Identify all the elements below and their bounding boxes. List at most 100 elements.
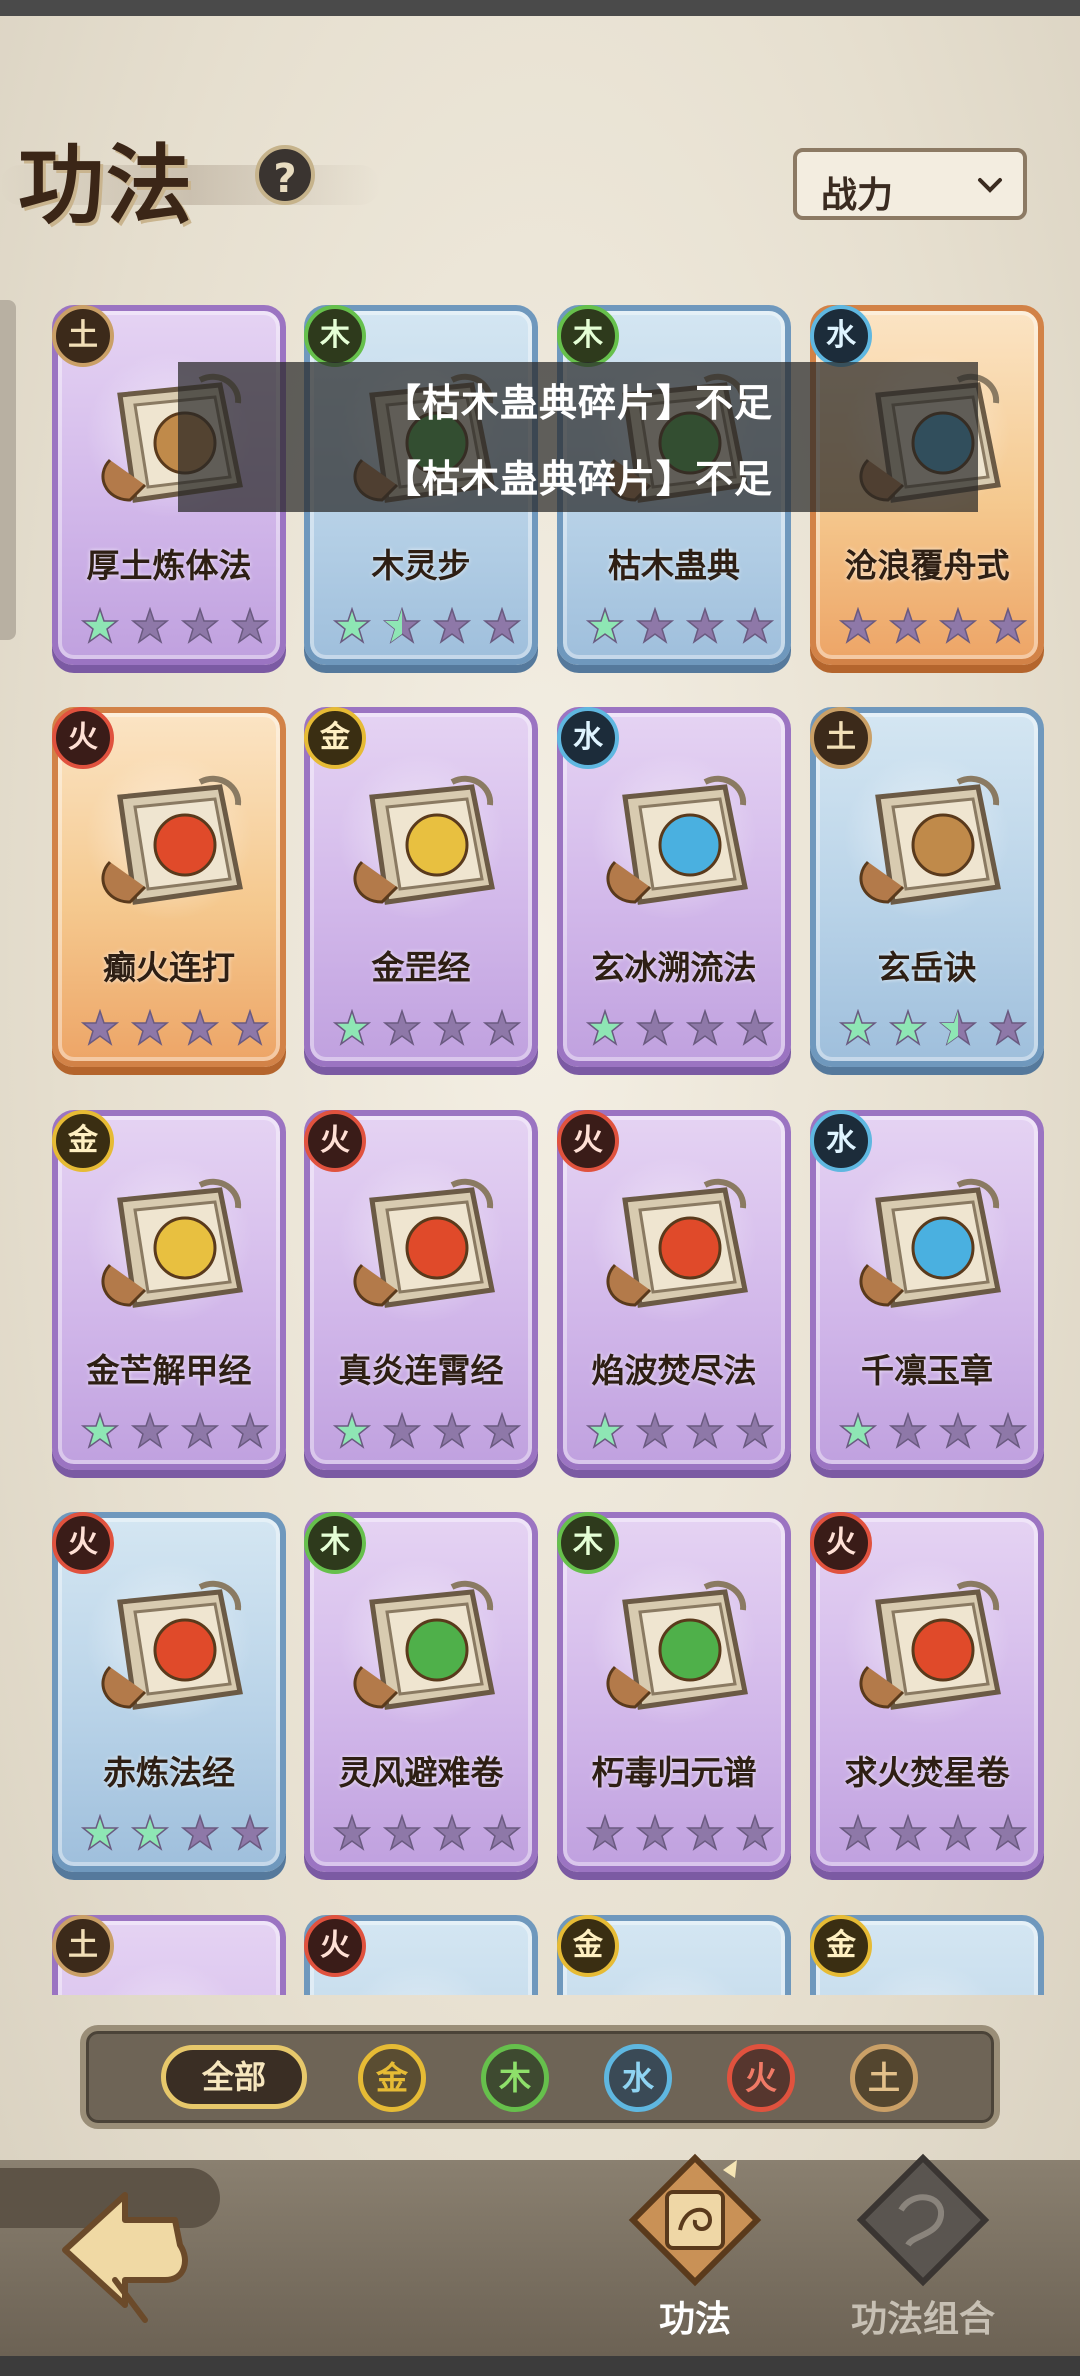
star-icon bbox=[130, 607, 170, 647]
gongfa-card[interactable]: 癫火连打 火 bbox=[52, 707, 286, 1067]
gongfa-card[interactable]: 金罡经 金 bbox=[304, 707, 538, 1067]
star-icon bbox=[635, 1009, 675, 1049]
element-badge-jin: 金 bbox=[304, 707, 366, 769]
element-badge-huo: 火 bbox=[52, 1512, 114, 1574]
star-icon bbox=[585, 1412, 625, 1452]
star-icon bbox=[585, 607, 625, 647]
element-filter-bar: 全部 金 木 水 火 土 bbox=[80, 2025, 1000, 2129]
star-icon bbox=[80, 1814, 120, 1854]
star-icon bbox=[685, 1009, 725, 1049]
ice-shard-scroll-icon bbox=[848, 1170, 1018, 1320]
element-badge-shui: 水 bbox=[557, 707, 619, 769]
element-badge-mu: 木 bbox=[304, 1512, 366, 1574]
element-badge-mu: 木 bbox=[304, 305, 366, 367]
gongfa-card[interactable]: 赤炼法经 火 bbox=[52, 1512, 286, 1872]
star-icon bbox=[685, 1412, 725, 1452]
star-icon bbox=[938, 1412, 978, 1452]
card-name: 金罡经 bbox=[371, 948, 471, 987]
star-rating bbox=[80, 1810, 270, 1858]
star-icon bbox=[482, 1814, 522, 1854]
element-badge-tu: 土 bbox=[52, 1915, 114, 1977]
gongfa-card[interactable]: 朽毒归元谱 木 bbox=[557, 1512, 791, 1872]
star-icon bbox=[838, 1814, 878, 1854]
element-badge-huo: 火 bbox=[52, 707, 114, 769]
gongfa-card[interactable]: 灵风避难卷 木 bbox=[304, 1512, 538, 1872]
star-icon bbox=[382, 1814, 422, 1854]
filter-mu-button[interactable]: 木 bbox=[481, 2044, 549, 2112]
star-icon bbox=[635, 607, 675, 647]
poison-skull-scroll-icon bbox=[595, 1572, 765, 1722]
gongfa-card[interactable]: 玄岳诀 土 bbox=[810, 707, 1044, 1067]
toast-message-1: 【枯木蛊典碎片】不足 bbox=[382, 381, 773, 425]
tab-gongfa-combo-label: 功法组合 bbox=[850, 2299, 995, 2340]
toast-notification: 【枯木蛊典碎片】不足 【枯木蛊典碎片】不足 bbox=[178, 362, 978, 512]
element-badge-tu: 土 bbox=[52, 305, 114, 367]
gongfa-card[interactable]: 求火焚星卷 火 bbox=[810, 1512, 1044, 1872]
card-name: 真炎连霄经 bbox=[338, 1351, 504, 1390]
star-icon bbox=[180, 1814, 220, 1854]
card-name: 玄岳诀 bbox=[877, 948, 977, 987]
star-icon bbox=[230, 607, 270, 647]
star-icon bbox=[585, 1814, 625, 1854]
card-name: 求火焚星卷 bbox=[844, 1753, 1010, 1792]
gongfa-card[interactable]: 金 bbox=[810, 1915, 1044, 1995]
card-name: 朽毒归元谱 bbox=[591, 1753, 757, 1792]
gongfa-card[interactable]: 焰波焚尽法 火 bbox=[557, 1110, 791, 1470]
star-rating bbox=[585, 1810, 775, 1858]
filter-jin-button[interactable]: 金 bbox=[358, 2044, 426, 2112]
tab-gongfa-combo[interactable]: 功法组合 bbox=[823, 2150, 1023, 2350]
star-rating bbox=[838, 1005, 1028, 1053]
star-icon bbox=[988, 1814, 1028, 1854]
star-icon bbox=[838, 1009, 878, 1049]
star-icon bbox=[888, 607, 928, 647]
star-icon bbox=[735, 607, 775, 647]
star-icon bbox=[332, 1814, 372, 1854]
element-badge-mu: 木 bbox=[557, 305, 619, 367]
star-icon bbox=[888, 1009, 928, 1049]
star-icon bbox=[230, 1412, 270, 1452]
star-icon bbox=[382, 1009, 422, 1049]
filter-shui-button[interactable]: 水 bbox=[604, 2044, 672, 2112]
filter-tu-button[interactable]: 土 bbox=[850, 2044, 918, 2112]
card-name: 玄冰溯流法 bbox=[591, 948, 757, 987]
gongfa-card[interactable]: 玄冰溯流法 水 bbox=[557, 707, 791, 1067]
card-name: 沧浪覆舟式 bbox=[844, 546, 1010, 585]
flame-scroll-icon bbox=[342, 1170, 512, 1320]
card-name: 灵风避难卷 bbox=[338, 1753, 504, 1792]
element-badge-huo: 火 bbox=[810, 1512, 872, 1574]
element-badge-jin: 金 bbox=[810, 1915, 872, 1977]
star-rating bbox=[332, 1408, 522, 1456]
element-badge-shui: 水 bbox=[810, 305, 872, 367]
star-rating bbox=[332, 603, 522, 651]
tab-gongfa-label: 功法 bbox=[658, 2299, 731, 2340]
filter-all-button[interactable]: 全部 bbox=[161, 2045, 307, 2109]
back-arrow-icon[interactable] bbox=[55, 2180, 195, 2330]
gongfa-card[interactable]: 金芒解甲经 金 bbox=[52, 1110, 286, 1470]
star-icon bbox=[585, 1009, 625, 1049]
star-rating bbox=[838, 603, 1028, 651]
star-icon bbox=[332, 1412, 372, 1452]
combo-emblem-icon bbox=[856, 2153, 990, 2287]
star-icon bbox=[988, 1009, 1028, 1049]
star-icon bbox=[130, 1009, 170, 1049]
star-icon bbox=[938, 607, 978, 647]
toast-message-2: 【枯木蛊典碎片】不足 bbox=[382, 457, 773, 501]
filter-huo-button[interactable]: 火 bbox=[727, 2044, 795, 2112]
star-rating bbox=[80, 603, 270, 651]
element-badge-huo: 火 bbox=[304, 1110, 366, 1172]
star-icon bbox=[685, 1814, 725, 1854]
gongfa-card[interactable]: 真炎连霄经 火 bbox=[304, 1110, 538, 1470]
screen-bottom-edge bbox=[0, 2356, 1080, 2376]
gongfa-card[interactable]: 土 bbox=[52, 1915, 286, 1995]
star-icon bbox=[432, 1814, 472, 1854]
gongfa-card[interactable]: 千凛玉章 水 bbox=[810, 1110, 1044, 1470]
tab-gongfa[interactable]: 功法 bbox=[595, 2150, 795, 2350]
card-name: 木灵步 bbox=[371, 546, 471, 585]
star-rating bbox=[585, 603, 775, 651]
gongfa-card[interactable]: 火 bbox=[304, 1915, 538, 1995]
star-rating bbox=[80, 1005, 270, 1053]
gongfa-card[interactable]: 金 bbox=[557, 1915, 791, 1995]
star-icon bbox=[332, 1009, 372, 1049]
star-rating bbox=[585, 1005, 775, 1053]
card-name: 焰波焚尽法 bbox=[591, 1351, 757, 1390]
